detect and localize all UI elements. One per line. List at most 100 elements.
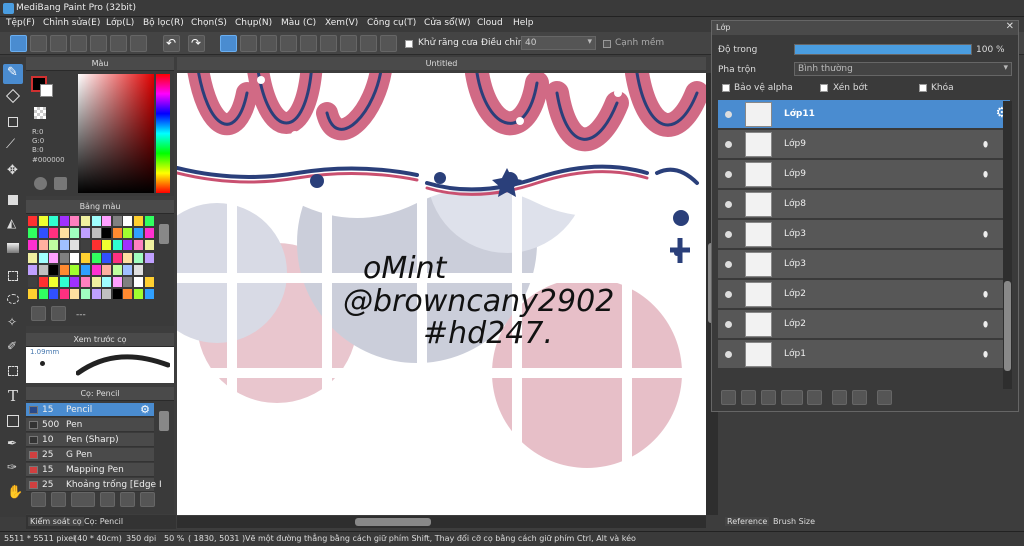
palette-swatch[interactable] xyxy=(123,216,133,226)
snap-off-icon[interactable] xyxy=(220,35,237,52)
palette-swatch[interactable] xyxy=(112,252,122,263)
palette-swatch[interactable] xyxy=(112,289,122,300)
eye-icon[interactable] xyxy=(725,291,732,298)
palette-swatch[interactable] xyxy=(59,216,69,226)
palette-swatch[interactable] xyxy=(134,252,143,263)
palette-swatch[interactable] xyxy=(102,289,112,300)
clipping-checkbox[interactable] xyxy=(820,84,828,92)
soft-edge-checkbox[interactable] xyxy=(603,40,611,48)
hand-tool-icon[interactable]: ✋ xyxy=(3,485,23,505)
eyedropper-icon[interactable]: ✒ xyxy=(3,435,23,455)
palette-swatch[interactable] xyxy=(59,289,69,300)
adjust-input[interactable]: 40 ▾ xyxy=(521,36,596,50)
move-tool-icon[interactable]: ✥ xyxy=(3,162,23,182)
palette-swatch[interactable] xyxy=(123,289,133,300)
palette-swatch[interactable] xyxy=(123,277,133,287)
palette-swatch[interactable] xyxy=(81,228,90,239)
brush-item[interactable]: 25 Khoảng trống [Edge I xyxy=(26,478,162,492)
palette-swatch[interactable] xyxy=(49,228,59,239)
drawing-canvas[interactable]: oMint @browncany2902 #hd247. xyxy=(177,73,706,515)
layer-scroll-thumb[interactable] xyxy=(1004,281,1011,371)
brush-item[interactable]: 10 Pen (Sharp) xyxy=(26,433,154,447)
eye-icon[interactable] xyxy=(725,321,732,328)
layer-scrollbar[interactable] xyxy=(1003,101,1012,389)
menu-cloud[interactable]: Cloud xyxy=(477,18,503,28)
palette-swatch[interactable] xyxy=(123,252,133,263)
brush-menu-icon[interactable] xyxy=(71,492,95,507)
gear-icon[interactable]: ⚙ xyxy=(140,403,150,416)
palette-swatch[interactable] xyxy=(112,264,122,275)
panel-tool-icon[interactable] xyxy=(3,411,23,431)
palette-swatch[interactable] xyxy=(144,216,154,226)
brush-add-icon[interactable] xyxy=(31,492,46,507)
menu-edit[interactable]: Chỉnh sửa(E) xyxy=(43,18,100,28)
palette-swatch[interactable] xyxy=(38,289,48,300)
gradient-tool-icon[interactable] xyxy=(3,238,23,258)
text-tool-icon[interactable]: T xyxy=(3,387,23,407)
palette-swatch[interactable] xyxy=(81,216,90,226)
brush-item[interactable]: 15 Pencil ⚙ xyxy=(26,403,154,417)
blend-mode-select[interactable]: Bình thường ▾ xyxy=(794,62,1012,76)
document-icon[interactable] xyxy=(90,35,107,52)
undo-icon[interactable]: ↶ xyxy=(163,35,180,52)
palette-swatch[interactable] xyxy=(49,289,59,300)
palette-swatch[interactable] xyxy=(144,228,154,239)
eye-icon[interactable] xyxy=(725,111,732,118)
palette-swatch[interactable] xyxy=(144,252,154,263)
palette-swatch[interactable] xyxy=(70,252,80,263)
palette-swatch[interactable] xyxy=(70,289,80,300)
layer-row[interactable]: Lớp9 ⬮ xyxy=(718,130,1010,159)
brush-item[interactable]: 500 Pen xyxy=(26,418,154,432)
settings-icon[interactable] xyxy=(380,35,397,52)
palette-swatch[interactable] xyxy=(91,240,101,251)
menu-layer[interactable]: Lớp(L) xyxy=(106,18,134,28)
eye-icon[interactable] xyxy=(725,351,732,358)
palette-swatch[interactable] xyxy=(123,264,133,275)
eye-icon[interactable] xyxy=(725,201,732,208)
snap-circle-icon[interactable] xyxy=(320,35,337,52)
palette-swatch[interactable] xyxy=(134,228,143,239)
page-icon[interactable] xyxy=(70,35,87,52)
menu-help[interactable]: Help xyxy=(513,18,534,28)
menu-filter[interactable]: Bộ lọc(R) xyxy=(143,18,184,28)
menu-tools[interactable]: Công cụ(T) xyxy=(367,18,416,28)
new-layer-2-icon[interactable] xyxy=(741,390,756,405)
palette-swatch[interactable] xyxy=(102,277,112,287)
palette-swatch[interactable] xyxy=(144,264,154,275)
snap-grid-icon[interactable] xyxy=(260,35,277,52)
palette-swatch[interactable] xyxy=(59,277,69,287)
protect-alpha-checkbox[interactable] xyxy=(722,84,730,92)
duplicate-layer-icon[interactable] xyxy=(832,390,847,405)
redo-icon[interactable]: ↷ xyxy=(188,35,205,52)
menu-window[interactable]: Cửa sổ(W) xyxy=(424,18,470,28)
layer-row[interactable]: Lớp3 ⬮ xyxy=(718,220,1010,249)
palette-scrollbar[interactable] xyxy=(159,224,169,244)
palette-swatch[interactable] xyxy=(28,216,37,226)
palette-swatch[interactable] xyxy=(144,277,154,287)
palette-swatch[interactable] xyxy=(102,240,112,251)
comment-icon[interactable] xyxy=(50,35,67,52)
layer-menu-icon[interactable] xyxy=(781,390,803,405)
palette-swatch[interactable] xyxy=(91,228,101,239)
saturation-value-picker[interactable] xyxy=(78,74,154,193)
document-tab[interactable]: Untitled xyxy=(177,57,706,70)
select-pen-icon[interactable]: ✐ xyxy=(3,338,23,358)
merge-layer-icon[interactable] xyxy=(852,390,867,405)
palette-swatch[interactable] xyxy=(38,264,48,275)
palette-swatch[interactable] xyxy=(28,264,37,275)
brush-item[interactable]: 25 G Pen xyxy=(26,448,154,462)
select-eraser-icon[interactable] xyxy=(3,362,23,382)
menu-file[interactable]: Tệp(F) xyxy=(6,18,35,28)
fill-rect-tool-icon[interactable] xyxy=(3,190,23,210)
palette-swatch[interactable] xyxy=(134,216,143,226)
palette-swatch[interactable] xyxy=(28,240,37,251)
eye-icon[interactable] xyxy=(725,261,732,268)
palette-swatch[interactable] xyxy=(81,289,90,300)
layer-row[interactable]: Lớp3 xyxy=(718,250,1010,279)
layer-row[interactable]: Lớp2 ⬮ xyxy=(718,310,1010,339)
palette-swatch[interactable] xyxy=(112,277,122,287)
snap-ellipse-icon[interactable] xyxy=(360,35,377,52)
palette-swatch[interactable] xyxy=(112,228,122,239)
palette-swatch[interactable] xyxy=(123,240,133,251)
color-wheel-icon[interactable] xyxy=(34,177,47,190)
